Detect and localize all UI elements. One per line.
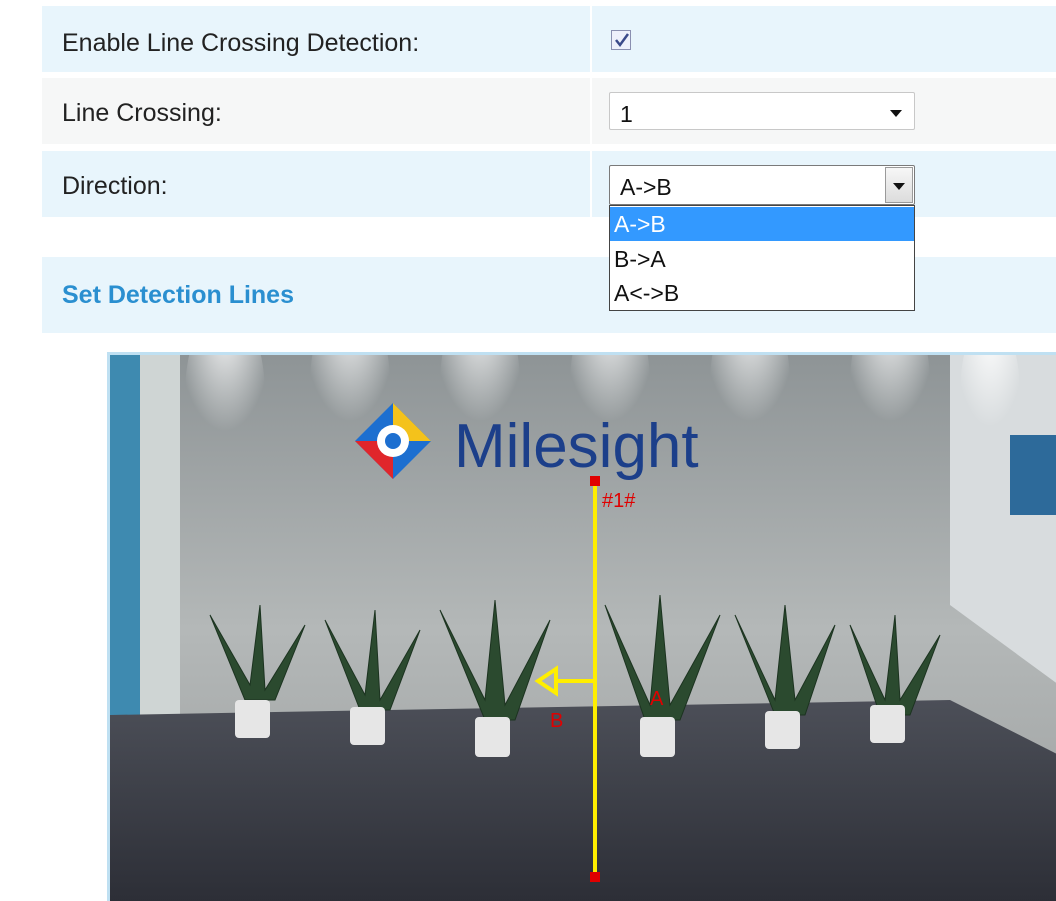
line-endpoint-handle[interactable] [590,476,600,486]
enable-detection-label: Enable Line Crossing Detection: [62,29,420,57]
line-id-label: #1# [602,490,636,512]
direction-option[interactable]: A->B [610,207,914,241]
checkmark-icon [615,33,630,48]
enable-detection-checkbox[interactable] [611,30,631,50]
direction-options-list: A->B B->A A<->B [609,205,915,311]
line-crossing-label: Line Crossing: [62,99,222,127]
direction-label: Direction: [62,172,168,200]
direction-option[interactable]: B->A [610,242,914,276]
line-crossing-value: 1 [620,101,633,127]
side-a-label: A [650,688,664,710]
enable-detection-row: Enable Line Crossing Detection: [42,6,1056,72]
camera-scene: Milesight #1# A B [110,355,1056,901]
row-divider [590,78,592,144]
section-title: Set Detection Lines [62,281,294,309]
row-divider [590,6,592,72]
dropdown-button[interactable] [885,167,913,203]
direction-select[interactable]: A->B [609,165,915,205]
row-divider [590,151,592,217]
direction-option[interactable]: A<->B [610,276,914,310]
direction-value: A->B [620,174,672,200]
line-crossing-select[interactable]: 1 [609,92,915,130]
chevron-down-icon [893,183,905,190]
chevron-down-icon [890,110,902,117]
camera-preview[interactable]: Milesight #1# A B [107,352,1056,901]
wall-poster [1010,435,1056,515]
line-endpoint-handle[interactable] [590,872,600,882]
brand-text: Milesight [454,412,699,481]
side-b-label: B [550,710,563,732]
